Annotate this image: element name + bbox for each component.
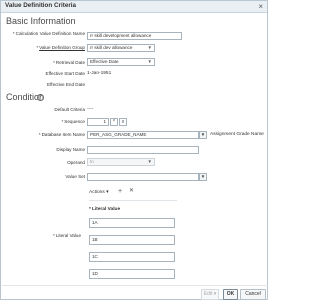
sequence-label: *Sequence xyxy=(61,119,86,124)
literal-value-label: *Literal Value xyxy=(53,233,81,238)
cancel-button[interactable]: Cancel xyxy=(240,289,266,300)
start-date-label: Effective Start Date xyxy=(45,71,86,76)
sequence-input[interactable]: 1 xyxy=(87,118,109,126)
end-date-label: Effective End Date xyxy=(47,82,85,87)
add-icon[interactable]: + xyxy=(118,188,122,195)
delete-icon[interactable]: ✕ xyxy=(129,188,134,195)
edit-button: Edit ▾ xyxy=(201,289,219,300)
literal-value-input[interactable]: 1D xyxy=(89,269,175,279)
value-group-label: *Value Definition Group xyxy=(36,45,85,50)
db-item-dropdown-button[interactable]: ▼ xyxy=(199,131,207,139)
calc-name-input[interactable]: rr skill development allowance xyxy=(87,32,182,40)
help-icon[interactable]: ? xyxy=(37,94,44,101)
display-name-label: Display Name xyxy=(56,147,85,152)
chevron-down-icon: ▼ xyxy=(200,132,206,137)
retrieval-date-label: *Retrieval Date xyxy=(53,60,85,65)
value-definition-dialog: Value Definition Criteria × Basic Inform… xyxy=(0,0,268,300)
chevron-down-icon: ▼ xyxy=(147,45,152,50)
dialog-title: Value Definition Criteria xyxy=(5,2,77,9)
actions-menu[interactable]: Actions ▾ xyxy=(89,190,109,195)
chevron-down-icon: ▼ xyxy=(147,59,152,64)
chevron-down-icon: ▼ xyxy=(200,174,206,179)
default-criteria-label: Default Criteria xyxy=(54,107,85,112)
literal-value-input[interactable]: 1C xyxy=(89,252,175,262)
increment-button[interactable]: ^ xyxy=(110,118,118,126)
close-icon[interactable]: × xyxy=(258,1,263,13)
db-item-description: Assignment Grade Name xyxy=(210,132,264,137)
display-name-input[interactable] xyxy=(87,146,199,154)
default-criteria-value: ---- xyxy=(87,107,94,112)
literal-value-input[interactable]: 1B xyxy=(89,235,175,245)
retrieval-date-select[interactable]: Effective Date ▼ xyxy=(87,58,155,66)
chevron-down-icon: ▼ xyxy=(147,159,152,164)
value-set-input[interactable] xyxy=(87,173,199,181)
db-item-label: *Database Item Name xyxy=(38,132,85,137)
operand-label: Operand xyxy=(67,160,85,165)
literal-value-input[interactable]: 1A xyxy=(89,218,175,228)
calc-name-label: *Calculation Value Definition Name xyxy=(12,31,85,36)
db-item-input[interactable]: PER_ASG_GRADE_NAME xyxy=(87,131,199,139)
value-set-dropdown-button[interactable]: ▼ xyxy=(199,173,207,181)
dialog-titlebar: Value Definition Criteria × xyxy=(1,1,267,13)
value-set-label: Value Set xyxy=(65,174,85,179)
operand-select: In ▼ xyxy=(87,158,155,166)
footer-divider xyxy=(2,285,268,286)
table-divider xyxy=(89,200,177,201)
basic-info-heading: Basic Information xyxy=(6,16,76,26)
ok-button[interactable]: OK xyxy=(223,289,238,300)
value-group-select[interactable]: rr skill dev allowance ▼ xyxy=(87,44,155,52)
start-date-value: 1-Jan-1951 xyxy=(87,71,112,76)
literal-column-header: *Literal Value xyxy=(89,207,121,212)
decrement-button[interactable]: v xyxy=(119,118,127,126)
